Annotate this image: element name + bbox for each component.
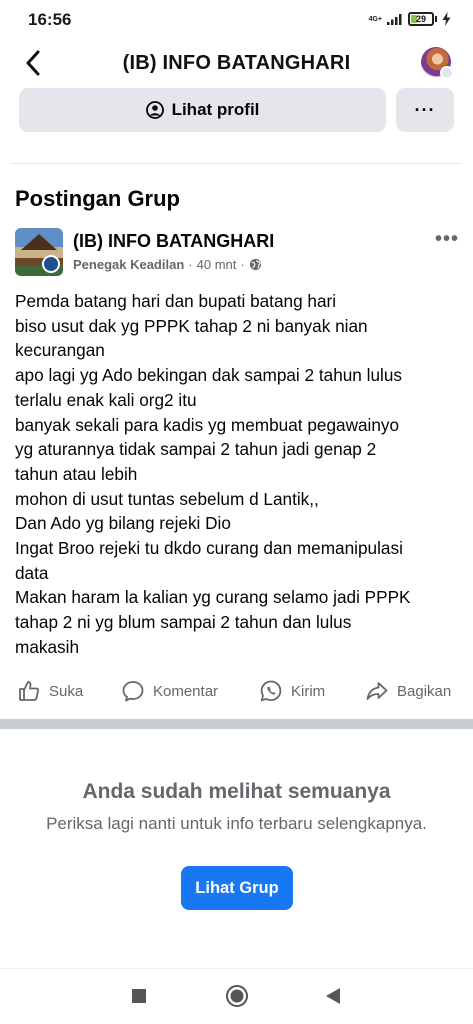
more-dots-icon: ···: [414, 99, 436, 120]
send-whatsapp-button[interactable]: Kirim: [259, 676, 325, 706]
post-text-line: banyak sekali para kadis yg membuat pega…: [15, 414, 400, 435]
end-of-feed-title: Anda sudah melihat semuanya: [82, 780, 391, 803]
recent-apps-button[interactable]: [126, 983, 152, 1009]
group-avatar[interactable]: [15, 228, 63, 276]
battery-tip: [435, 16, 437, 22]
post-time[interactable]: 40 mnt: [197, 257, 237, 272]
comment-label: Komentar: [153, 682, 219, 700]
meta-separator: ·: [240, 257, 245, 272]
post-header: (IB) INFO BATANGHARI Penegak Keadilan · …: [15, 228, 463, 280]
meta-separator: ·: [188, 257, 193, 272]
divider: [12, 163, 461, 164]
like-label: Suka: [49, 682, 84, 700]
view-group-button[interactable]: Lihat Grup: [181, 866, 293, 910]
section-title: Postingan Grup: [15, 186, 180, 211]
more-options-button[interactable]: ···: [396, 88, 454, 132]
post-text-line: tahap 2 ni yg blum sampai 2 tahun dan lu…: [15, 612, 352, 633]
post-text-line: Makan haram la kalian yg curang selamo j…: [15, 587, 411, 608]
charging-bolt-icon: [442, 12, 451, 26]
post-text-line: biso usut dak yg PPPK tahap 2 ni banyak …: [15, 315, 368, 336]
chevron-down-icon: [440, 66, 454, 80]
post-text-line: apo lagi yg Ado bekingan dak sampai 2 ta…: [15, 365, 402, 386]
post-text-line: Ingat Broo rejeki tu dkdo curang dan mem…: [15, 538, 403, 559]
system-nav-bar: [0, 968, 473, 1024]
profile-actions: Lihat profil ···: [0, 86, 473, 132]
home-button[interactable]: [224, 983, 250, 1009]
post-more-button[interactable]: •••: [435, 228, 459, 251]
comment-button[interactable]: Komentar: [121, 676, 218, 706]
network-type-label: 4G+: [368, 15, 382, 23]
post-text-line: mohon di usut tuntas sebelum d Lantik,,: [15, 488, 319, 509]
signal-icon: [387, 14, 402, 25]
square-icon: [132, 989, 146, 1003]
share-button[interactable]: Bagikan: [365, 676, 451, 706]
view-profile-button[interactable]: Lihat profil: [19, 88, 386, 132]
thumbs-up-icon: [19, 681, 39, 701]
post-text-line: data: [15, 562, 49, 583]
comment-bubble-icon: [122, 681, 144, 702]
post-group-name[interactable]: (IB) INFO BATANGHARI: [73, 231, 274, 252]
post-text: Pemda batang hari dan bupati batang hari…: [15, 289, 460, 660]
battery-level: 29: [415, 14, 426, 24]
post-text-line: makasih: [15, 636, 79, 657]
post-text-line: kecurangan: [15, 340, 105, 361]
view-profile-label: Lihat profil: [171, 100, 260, 119]
profile-circle-icon: [145, 101, 164, 119]
profile-badge-icon: [42, 255, 60, 273]
app-header: (IB) INFO BATANGHARI: [0, 42, 473, 84]
triangle-back-icon: [326, 988, 340, 1004]
chevron-left-icon: [26, 50, 40, 76]
globe-icon: [249, 258, 261, 271]
page-title: (IB) INFO BATANGHARI: [122, 52, 351, 74]
back-nav-button[interactable]: [320, 983, 346, 1009]
post-text-line: Dan Ado yg bilang rejeki Dio: [15, 513, 231, 534]
post-actions-bar: Suka Komentar Kirim Bagikan: [0, 676, 473, 708]
post-author[interactable]: Penegak Keadilan: [73, 257, 184, 272]
feed-separator: [0, 719, 473, 729]
home-circle-icon: [226, 985, 248, 1007]
building-roof-shape: [21, 234, 57, 250]
post-text-line: yg aturannya tidak sampai 2 tahun jadi g…: [15, 439, 377, 460]
like-button[interactable]: Suka: [17, 676, 83, 706]
share-arrow-icon: [366, 682, 388, 700]
battery-icon: 29: [408, 12, 434, 26]
status-time: 16:56: [28, 10, 72, 29]
avatar[interactable]: [421, 47, 454, 80]
post-text-line: terlalu enak kali org2 itu: [15, 389, 197, 410]
post-text-line: tahun atau lebih: [15, 463, 138, 484]
send-label: Kirim: [291, 682, 326, 700]
share-label: Bagikan: [397, 682, 452, 700]
status-bar: 16:56 4G+ 29: [0, 0, 473, 42]
back-button[interactable]: [16, 46, 50, 80]
whatsapp-icon: [260, 680, 282, 702]
end-of-feed-subtitle: Periksa lagi nanti untuk info terbaru se…: [46, 814, 427, 833]
post-meta: Penegak Keadilan · 40 mnt ·: [73, 257, 262, 272]
status-icons: 4G+ 29: [369, 12, 451, 26]
post-text-line: Pemda batang hari dan bupati batang hari: [15, 291, 337, 311]
